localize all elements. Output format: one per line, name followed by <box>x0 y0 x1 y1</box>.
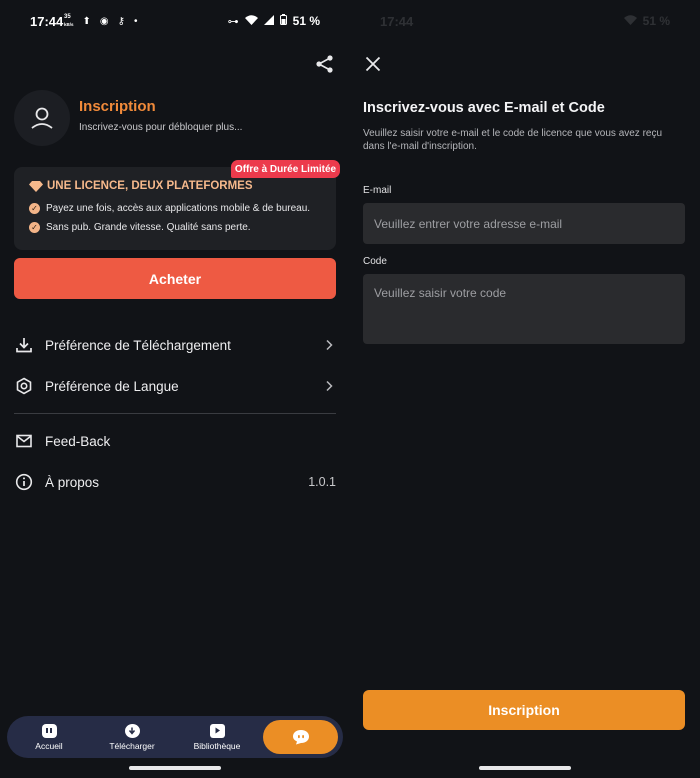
wifi-icon <box>623 14 637 28</box>
status-time: 17:44 <box>30 14 64 29</box>
menu-item-feedback[interactable]: Feed-Back <box>14 426 336 456</box>
license-feature: ✓ Sans pub. Grande vitesse. Qualité sans… <box>29 222 251 233</box>
tab-download[interactable]: Télécharger <box>105 716 159 758</box>
buy-button[interactable]: Acheter <box>14 258 336 299</box>
link-icon: ⊶ <box>227 15 239 28</box>
email-field[interactable] <box>363 203 685 244</box>
vpn-key-icon: ⚷ <box>117 15 125 27</box>
upload-icon: ⬆ <box>82 15 91 27</box>
mail-icon <box>14 431 34 451</box>
license-title: UNE LICENCE, DEUX PLATEFORMES <box>47 180 253 192</box>
diamond-icon <box>29 180 43 192</box>
battery-icon <box>279 14 287 28</box>
dot-icon: • <box>133 15 138 27</box>
user-icon <box>31 107 53 129</box>
code-label: Code <box>363 256 387 267</box>
settings-hexagon-icon <box>14 376 34 396</box>
signup-submit-button[interactable]: Inscription <box>363 690 685 730</box>
battery-percent: 51 % <box>292 14 320 28</box>
wifi-icon <box>244 14 258 28</box>
home-indicator[interactable] <box>129 766 221 770</box>
download-icon <box>124 723 140 738</box>
tab-account[interactable] <box>263 720 338 754</box>
email-label: E-mail <box>363 185 392 196</box>
chevron-right-icon <box>326 380 333 392</box>
signup-link[interactable]: Inscription <box>79 98 156 115</box>
account-panel: 17:44 35 kB/s ⬆ ◉ ⚷ • ⊶ 51 % Inscription… <box>0 0 350 778</box>
battery-percent: 51 % <box>642 14 670 28</box>
tab-library[interactable]: Bibliothèque <box>189 716 245 758</box>
limited-offer-badge: Offre à Durée Limitée <box>231 160 340 178</box>
download-icon <box>14 335 34 355</box>
signup-title: Inscrivez-vous avec E-mail et Code <box>363 100 605 116</box>
avatar[interactable] <box>14 90 70 146</box>
screen-record-icon: ◉ <box>99 15 109 27</box>
check-icon: ✓ <box>29 222 40 233</box>
close-icon <box>365 56 381 72</box>
play-icon <box>209 723 225 738</box>
chevron-right-icon <box>326 339 333 351</box>
chat-bubble-icon <box>292 730 309 745</box>
divider <box>14 413 336 414</box>
signup-description: Veuillez saisir votre e-mail et le code … <box>363 128 663 152</box>
tab-home[interactable]: Accueil <box>29 716 69 758</box>
close-button[interactable] <box>364 55 382 73</box>
status-bar: 17:44 51 % <box>350 0 700 44</box>
home-indicator[interactable] <box>479 766 571 770</box>
network-speed-indicator: 35 kB/s <box>64 14 74 27</box>
check-icon: ✓ <box>29 203 40 214</box>
signup-panel: 17:44 51 % Inscrivez-vous avec E-mail et… <box>350 0 700 778</box>
code-field[interactable] <box>363 274 685 344</box>
share-icon <box>316 55 333 73</box>
menu-item-about[interactable]: À propos 1.0.1 <box>14 467 336 497</box>
app-version: 1.0.1 <box>308 475 336 489</box>
status-bar: 17:44 35 kB/s ⬆ ◉ ⚷ • ⊶ 51 % <box>0 0 350 44</box>
status-time: 17:44 <box>380 14 414 29</box>
signal-icon <box>263 14 274 28</box>
menu-item-download-preference[interactable]: Préférence de Téléchargement <box>14 330 336 360</box>
info-icon <box>14 472 34 492</box>
bottom-nav: Accueil Télécharger Bibliothèque <box>7 716 343 758</box>
license-feature: ✓ Payez une fois, accès aux applications… <box>29 203 310 214</box>
signup-subtitle: Inscrivez-vous pour débloquer plus... <box>79 122 243 133</box>
menu-item-language-preference[interactable]: Préférence de Langue <box>14 371 336 401</box>
share-button[interactable] <box>314 54 336 74</box>
home-icon <box>41 723 57 738</box>
